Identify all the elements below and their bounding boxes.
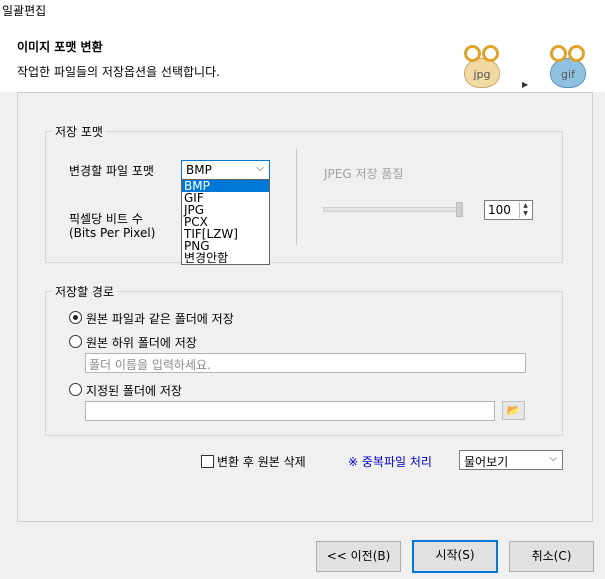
delete-original-label[interactable]: 변환 후 원본 삭제 xyxy=(217,453,306,470)
bits-label: 픽셀당 비트 수 xyxy=(69,212,143,226)
radio-custom-folder-label[interactable]: 지정된 폴더에 저장 xyxy=(86,382,182,399)
wizard-header: 이미지 포맷 변환 작업한 파일들의 저장옵션을 선택합니다. jpg ▶ gi… xyxy=(0,22,605,92)
target-format-label: gif xyxy=(561,68,575,81)
custom-folder-input[interactable] xyxy=(85,401,495,421)
chevron-down-icon: ⌵ xyxy=(256,163,264,174)
start-button[interactable]: 시작(S) xyxy=(412,540,498,573)
format-option[interactable]: 변경안함 xyxy=(182,252,269,264)
save-format-group: 저장 포맷 xyxy=(45,123,563,263)
arrow-right-icon: ▶ xyxy=(522,80,529,89)
duplicate-file-link[interactable]: ※ 중복파일 처리 xyxy=(348,453,432,470)
gif-mascot-icon: gif xyxy=(546,42,590,92)
duplicate-handling-value: 물어보기 xyxy=(464,455,509,469)
format-label: 변경할 파일 포맷 xyxy=(69,164,154,178)
window-title: 일괄편집 xyxy=(2,4,47,18)
radio-same-folder[interactable] xyxy=(69,311,82,324)
page-subtitle: 작업한 파일들의 저장옵션을 선택합니다. xyxy=(17,65,220,79)
source-format-label: jpg xyxy=(473,68,491,81)
format-dropdown-list[interactable]: BMP GIF JPG PCX TIF[LZW] PNG 변경안함 xyxy=(181,179,270,265)
folder-open-icon[interactable]: 📂 xyxy=(502,401,525,420)
jpeg-quality-spinner[interactable]: 100 ▲ ▼ xyxy=(484,200,533,220)
sub-folder-placeholder: 폴더 이름을 입력하세요. xyxy=(89,358,211,372)
radio-same-folder-label[interactable]: 원본 파일과 같은 폴더에 저장 xyxy=(86,310,234,327)
duplicate-handling-select[interactable]: 물어보기 ⌵ xyxy=(459,450,563,470)
chevron-down-icon: ⌵ xyxy=(549,453,557,464)
delete-original-checkbox[interactable] xyxy=(201,455,214,468)
jpeg-quality-label: JPEG 저장 품질 xyxy=(324,167,404,181)
format-select-value: BMP xyxy=(186,163,212,177)
jpeg-quality-value: 100 xyxy=(488,203,511,217)
spin-arrows-icon[interactable]: ▲ ▼ xyxy=(519,202,531,218)
radio-sub-folder[interactable] xyxy=(69,335,82,348)
save-format-legend: 저장 포맷 xyxy=(52,123,106,140)
radio-sub-folder-label[interactable]: 원본 하위 폴더에 저장 xyxy=(86,334,197,351)
jpeg-quality-slider-thumb[interactable] xyxy=(456,202,463,217)
radio-custom-folder[interactable] xyxy=(69,383,82,396)
sub-folder-input[interactable]: 폴더 이름을 입력하세요. xyxy=(85,353,526,373)
jpg-mascot-icon: jpg xyxy=(460,42,504,92)
page-title: 이미지 포맷 변환 xyxy=(17,40,103,54)
prev-button[interactable]: << 이전(B) xyxy=(316,541,401,572)
bits-label-en: (Bits Per Pixel) xyxy=(69,226,156,240)
window-titlebar: 일괄편집 xyxy=(0,0,605,22)
save-path-legend: 저장할 경로 xyxy=(52,283,118,300)
format-select[interactable]: BMP ⌵ xyxy=(181,160,270,180)
divider xyxy=(296,149,297,245)
cancel-button[interactable]: 취소(C) xyxy=(509,541,594,572)
jpeg-quality-slider-track[interactable] xyxy=(323,207,463,212)
